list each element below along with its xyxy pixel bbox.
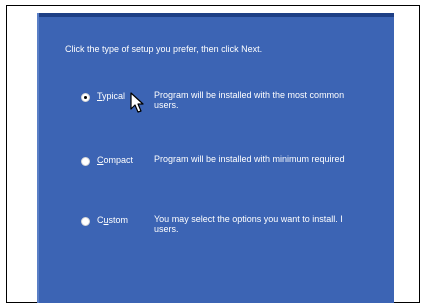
radio-custom[interactable] bbox=[81, 217, 90, 226]
option-compact-description: Program will be installed with minimum r… bbox=[154, 154, 345, 164]
option-compact-label[interactable]: Compact bbox=[97, 155, 133, 165]
setup-type-panel: Click the type of setup you prefer, then… bbox=[37, 13, 394, 303]
setup-instruction: Click the type of setup you prefer, then… bbox=[65, 44, 263, 54]
panel-top-border bbox=[37, 13, 394, 17]
option-custom-label[interactable]: Custom bbox=[97, 215, 128, 225]
arrow-cursor-icon bbox=[130, 92, 144, 113]
radio-compact[interactable] bbox=[81, 157, 90, 166]
panel-left-border bbox=[37, 13, 39, 303]
option-typical-label[interactable]: Typical bbox=[97, 91, 125, 101]
radio-typical[interactable] bbox=[81, 93, 90, 102]
option-typical-description: Program will be installed with the most … bbox=[154, 90, 345, 110]
option-custom-description: You may select the options you want to i… bbox=[154, 214, 343, 234]
